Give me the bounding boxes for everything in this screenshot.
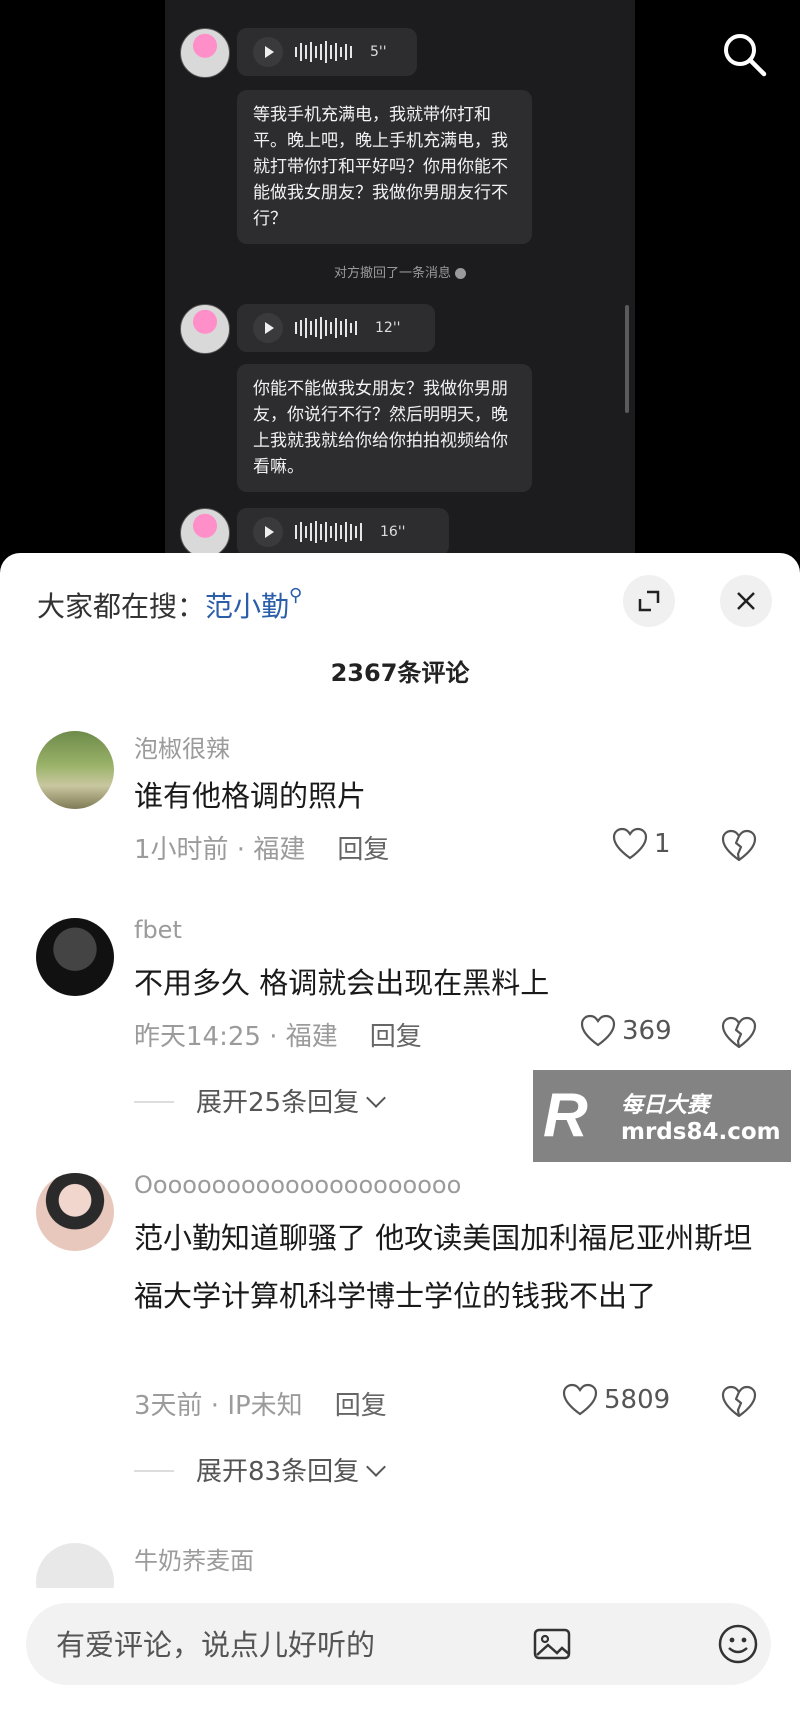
search-button[interactable] <box>720 30 770 80</box>
comment-input[interactable] <box>54 1603 538 1687</box>
comment-username[interactable]: 泡椒很辣 <box>134 729 230 764</box>
play-icon[interactable] <box>253 37 283 67</box>
dislike-button[interactable] <box>720 829 758 863</box>
like-button[interactable]: 1 <box>612 827 671 861</box>
divider <box>134 1101 174 1103</box>
play-icon[interactable] <box>253 517 283 547</box>
comment-text: 不用多久 格调就会出现在黑料上 <box>134 966 550 1000</box>
chevron-down-icon <box>366 1457 386 1477</box>
voice-message[interactable]: 12'' <box>237 304 435 352</box>
hot-search-label: 大家都在搜： <box>37 590 206 623</box>
waveform <box>295 317 357 339</box>
voice-duration: 16'' <box>380 524 406 540</box>
comment-meta: 1小时前 · 福建 回复 <box>134 829 389 866</box>
scrollbar[interactable] <box>625 305 629 413</box>
comment-input-bar <box>0 1588 800 1715</box>
reply-button[interactable]: 回复 <box>370 1022 422 1052</box>
waveform <box>295 41 352 63</box>
voice-message[interactable]: 5'' <box>237 28 417 76</box>
comment-username[interactable]: fbet <box>134 916 182 944</box>
waveform <box>295 521 362 543</box>
like-count: 5809 <box>604 1385 671 1415</box>
avatar[interactable] <box>36 1173 114 1251</box>
chevron-down-icon <box>366 1088 386 1108</box>
voice-duration: 5'' <box>370 44 387 60</box>
watermark-logo: R <box>543 1081 588 1150</box>
comment-time-location: 3天前 · IP未知 <box>134 1391 303 1421</box>
watermark: R 每日大赛 mrds84.com <box>533 1070 791 1162</box>
expand-replies-label: 展开25条回复 <box>196 1088 360 1118</box>
search-icon <box>724 34 767 77</box>
avatar[interactable] <box>36 918 114 996</box>
broken-heart-icon <box>721 829 757 862</box>
expand-replies-button[interactable]: 展开83条回复 <box>196 1451 386 1488</box>
dislike-button[interactable] <box>720 1385 758 1419</box>
heart-icon <box>612 827 648 860</box>
close-icon <box>737 592 755 610</box>
comment-meta: 昨天14:25 · 福建 回复 <box>134 1016 422 1053</box>
hot-search-term[interactable]: 范小勤 <box>205 590 289 623</box>
reply-button[interactable]: 回复 <box>337 835 389 865</box>
like-button[interactable]: 5809 <box>562 1383 670 1417</box>
expand-icon <box>638 590 660 612</box>
voice-duration: 12'' <box>375 320 401 336</box>
emoji-icon[interactable] <box>716 1622 760 1666</box>
chat-screenshot: 5'' 等我手机充满电，我就带你打和平。晚上吧，晚上手机充满电，我就打带你打和平… <box>165 0 635 560</box>
like-count: 1 <box>654 829 671 859</box>
comment-username[interactable]: Oooooooooooooooooooooo <box>134 1171 461 1199</box>
comment-username[interactable]: 牛奶荞麦面 <box>134 1541 254 1576</box>
watermark-title: 每日大赛 <box>621 1093 710 1118</box>
chat-text-bubble: 等我手机充满电，我就带你打和平。晚上吧，晚上手机充满电，我就打带你打和平好吗？你… <box>237 90 532 244</box>
comment-count: 2367条评论 <box>330 659 470 687</box>
recall-notice: 对方撤回了一条消息 <box>165 262 635 281</box>
expand-button[interactable] <box>623 575 675 627</box>
reply-button[interactable]: 回复 <box>335 1391 387 1421</box>
comment-text: 谁有他格调的照片 <box>134 779 367 813</box>
close-button[interactable] <box>720 575 772 627</box>
voice-message[interactable]: 16'' <box>237 508 449 556</box>
avatar <box>180 28 230 78</box>
comment-meta: 3天前 · IP未知 回复 <box>134 1385 387 1422</box>
heart-icon <box>580 1014 616 1047</box>
search-icon: ⚲ <box>289 585 303 606</box>
expand-replies-label: 展开83条回复 <box>196 1457 360 1487</box>
watermark-url: mrds84.com <box>621 1119 781 1145</box>
chat-text-bubble: 你能不能做我女朋友？我做你男朋友，你说行不行？然后明明天，晚上我就我就给你给你拍… <box>237 364 532 492</box>
broken-heart-icon <box>721 1385 757 1418</box>
comment-time-location: 昨天14:25 · 福建 <box>134 1022 338 1052</box>
avatar <box>180 304 230 354</box>
play-icon[interactable] <box>253 313 283 343</box>
avatar <box>180 508 230 558</box>
comment-time-location: 1小时前 · 福建 <box>134 835 306 865</box>
like-button[interactable]: 369 <box>580 1014 672 1048</box>
broken-heart-icon <box>721 1016 757 1049</box>
hot-search[interactable]: 大家都在搜：范小勤⚲ <box>37 585 302 625</box>
video-area[interactable]: 5'' 等我手机充满电，我就带你打和平。晚上吧，晚上手机充满电，我就打带你打和平… <box>0 0 800 560</box>
image-icon[interactable] <box>531 1622 575 1666</box>
divider <box>134 1470 174 1472</box>
heart-icon <box>562 1383 598 1416</box>
dislike-button[interactable] <box>720 1016 758 1050</box>
comment-input-box[interactable] <box>26 1603 771 1687</box>
expand-replies-button[interactable]: 展开25条回复 <box>196 1082 386 1119</box>
info-icon <box>455 268 466 279</box>
like-count: 369 <box>622 1016 672 1046</box>
comment-text: 范小勤知道聊骚了 他攻读美国加利福尼亚州斯坦福大学计算机科学博士学位的钱我不出了 <box>134 1221 753 1313</box>
avatar[interactable] <box>36 731 114 809</box>
